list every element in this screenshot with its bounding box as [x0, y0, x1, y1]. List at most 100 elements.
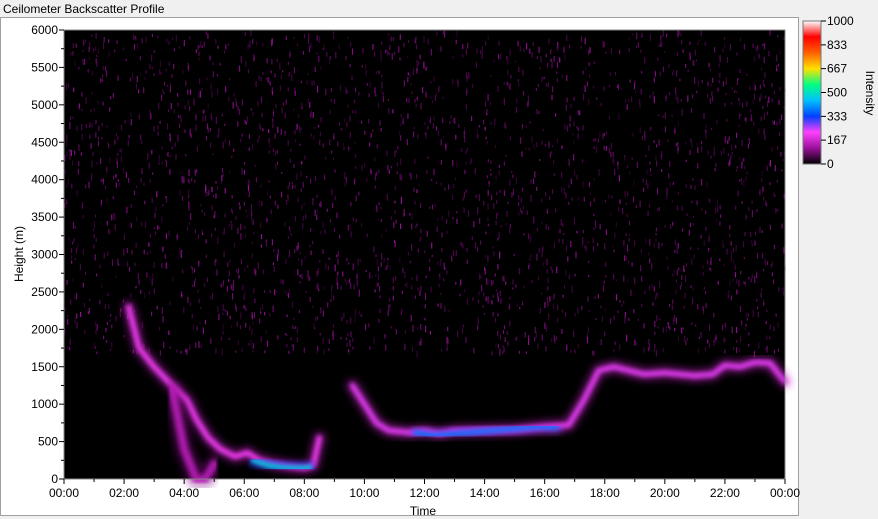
noise-speck [626, 279, 628, 283]
noise-speck [380, 262, 382, 267]
noise-speck [312, 305, 314, 309]
noise-speck [628, 233, 630, 237]
noise-speck [116, 40, 118, 44]
noise-speck [705, 124, 707, 128]
noise-speck [340, 285, 342, 290]
noise-speck [322, 143, 324, 148]
noise-speck [709, 67, 711, 72]
noise-speck [100, 158, 102, 165]
noise-speck [235, 101, 238, 107]
noise-speck [403, 80, 405, 87]
noise-speck [590, 201, 592, 207]
noise-speck [760, 93, 762, 99]
noise-speck [754, 84, 757, 90]
noise-speck [675, 87, 677, 95]
noise-speck [143, 201, 146, 204]
noise-speck [628, 48, 630, 53]
noise-speck [299, 126, 301, 130]
noise-speck [761, 177, 763, 182]
noise-speck [715, 336, 717, 339]
y-tick-label: 1000 [31, 397, 58, 411]
noise-speck [358, 92, 360, 96]
noise-speck [541, 334, 543, 341]
noise-speck [380, 88, 382, 94]
noise-speck [324, 229, 326, 234]
noise-speck [550, 266, 552, 271]
noise-speck [746, 73, 748, 76]
noise-speck [707, 81, 709, 87]
noise-speck [487, 204, 489, 210]
noise-speck [592, 86, 595, 89]
noise-speck [128, 135, 130, 138]
noise-speck [608, 84, 611, 87]
noise-speck [455, 177, 457, 181]
noise-speck [662, 66, 664, 73]
noise-speck [240, 233, 242, 240]
noise-speck [702, 306, 704, 311]
noise-speck [355, 154, 357, 159]
noise-speck [260, 96, 263, 104]
noise-speck [690, 247, 692, 250]
noise-speck [247, 69, 249, 74]
noise-speck [243, 201, 245, 206]
noise-speck [593, 61, 595, 64]
noise-speck [533, 216, 535, 224]
noise-speck [139, 56, 141, 61]
noise-speck [730, 102, 733, 105]
noise-speck [231, 325, 233, 329]
noise-speck [493, 126, 495, 129]
noise-speck [544, 143, 546, 147]
noise-speck [462, 328, 464, 334]
noise-speck [641, 276, 643, 282]
noise-speck [272, 262, 274, 265]
noise-speck [778, 100, 780, 105]
noise-speck [224, 86, 227, 93]
noise-speck [375, 273, 377, 278]
noise-speck [120, 125, 123, 131]
noise-speck [72, 221, 75, 229]
noise-speck [690, 184, 692, 189]
noise-speck [297, 269, 299, 276]
noise-speck [552, 303, 554, 309]
noise-speck [593, 178, 595, 181]
noise-speck [235, 305, 237, 312]
noise-speck [291, 182, 293, 185]
noise-speck [309, 276, 312, 281]
noise-speck [275, 164, 277, 170]
noise-speck [113, 212, 115, 220]
noise-speck [180, 117, 182, 123]
noise-speck [487, 223, 489, 227]
noise-speck [565, 270, 567, 277]
noise-speck [773, 349, 776, 354]
noise-speck [396, 145, 398, 151]
noise-speck [524, 332, 526, 338]
noise-speck [175, 154, 177, 160]
noise-speck [66, 83, 68, 91]
noise-speck [746, 100, 748, 107]
noise-speck [639, 102, 641, 109]
noise-speck [582, 93, 585, 101]
noise-speck [700, 179, 703, 186]
noise-speck [434, 94, 436, 102]
noise-speck [120, 156, 122, 163]
noise-speck [331, 292, 333, 298]
noise-speck [556, 79, 558, 83]
noise-speck [114, 139, 116, 145]
noise-speck [339, 234, 341, 239]
noise-speck [369, 272, 371, 279]
noise-speck [257, 139, 259, 143]
noise-speck [258, 135, 260, 140]
noise-speck [758, 128, 760, 134]
noise-speck [649, 95, 651, 99]
noise-speck [521, 210, 523, 214]
colorbar-tick-label: 500 [827, 86, 847, 100]
noise-speck [453, 183, 455, 189]
noise-speck [774, 165, 776, 172]
noise-speck [435, 181, 438, 184]
noise-speck [674, 250, 676, 253]
noise-speck [764, 72, 766, 78]
noise-speck [253, 232, 255, 235]
noise-speck [447, 338, 450, 345]
noise-speck [416, 189, 418, 193]
noise-speck [525, 147, 527, 151]
